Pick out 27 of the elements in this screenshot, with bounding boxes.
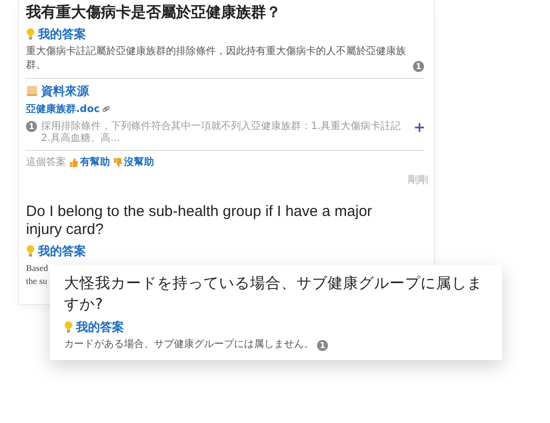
source-excerpt: 採用排除條件，下列條件符合其中一項就不列入亞健康族群：1.具重大傷病卡註記 2.具高血糖、高...: [41, 121, 402, 145]
section-heading: 資料來源: [41, 82, 89, 100]
feedback-label: 這個答案: [26, 156, 66, 169]
lightbulb-icon: [26, 28, 35, 40]
section-heading: 我的答案: [38, 26, 86, 42]
section-heading: 我的答案: [38, 242, 86, 260]
helpful-link[interactable]: 有幫助: [70, 155, 110, 169]
file-link[interactable]: 亞健康族群.doc: [26, 102, 100, 116]
answer-text: カードがある場合、サブ健康グループには属しません。: [64, 338, 314, 352]
thumbs-up-icon: [70, 158, 78, 166]
timestamp: 剛剛: [408, 174, 428, 187]
reference-number[interactable]: 1: [317, 340, 328, 351]
lightbulb-icon: [26, 245, 35, 257]
thumbs-down-icon: [114, 158, 122, 166]
plus-icon: [415, 123, 424, 132]
question-title: Do I belong to the sub-health group if I have a major injury card?: [26, 202, 374, 239]
answer-text: the su: [26, 275, 48, 288]
link-icon: [102, 105, 110, 113]
not-helpful-link[interactable]: 沒幫助: [114, 155, 154, 169]
question-title: 我有重大傷病卡是否屬於亞健康族群？: [26, 2, 282, 22]
answer-text: Based: [26, 262, 48, 275]
reference-number[interactable]: 1: [26, 121, 37, 132]
reference-number[interactable]: 1: [413, 61, 424, 72]
section-heading: 我的答案: [76, 318, 124, 336]
lightbulb-icon: [64, 321, 73, 333]
answer-text: 重大傷病卡註記屬於亞健康族群的排除條件，因此持有重大傷病卡的人不屬於亞健康族群。: [26, 45, 407, 73]
question-title: 大怪我カードを持っている場合、サブ健康グループに属しますか?: [64, 273, 484, 315]
